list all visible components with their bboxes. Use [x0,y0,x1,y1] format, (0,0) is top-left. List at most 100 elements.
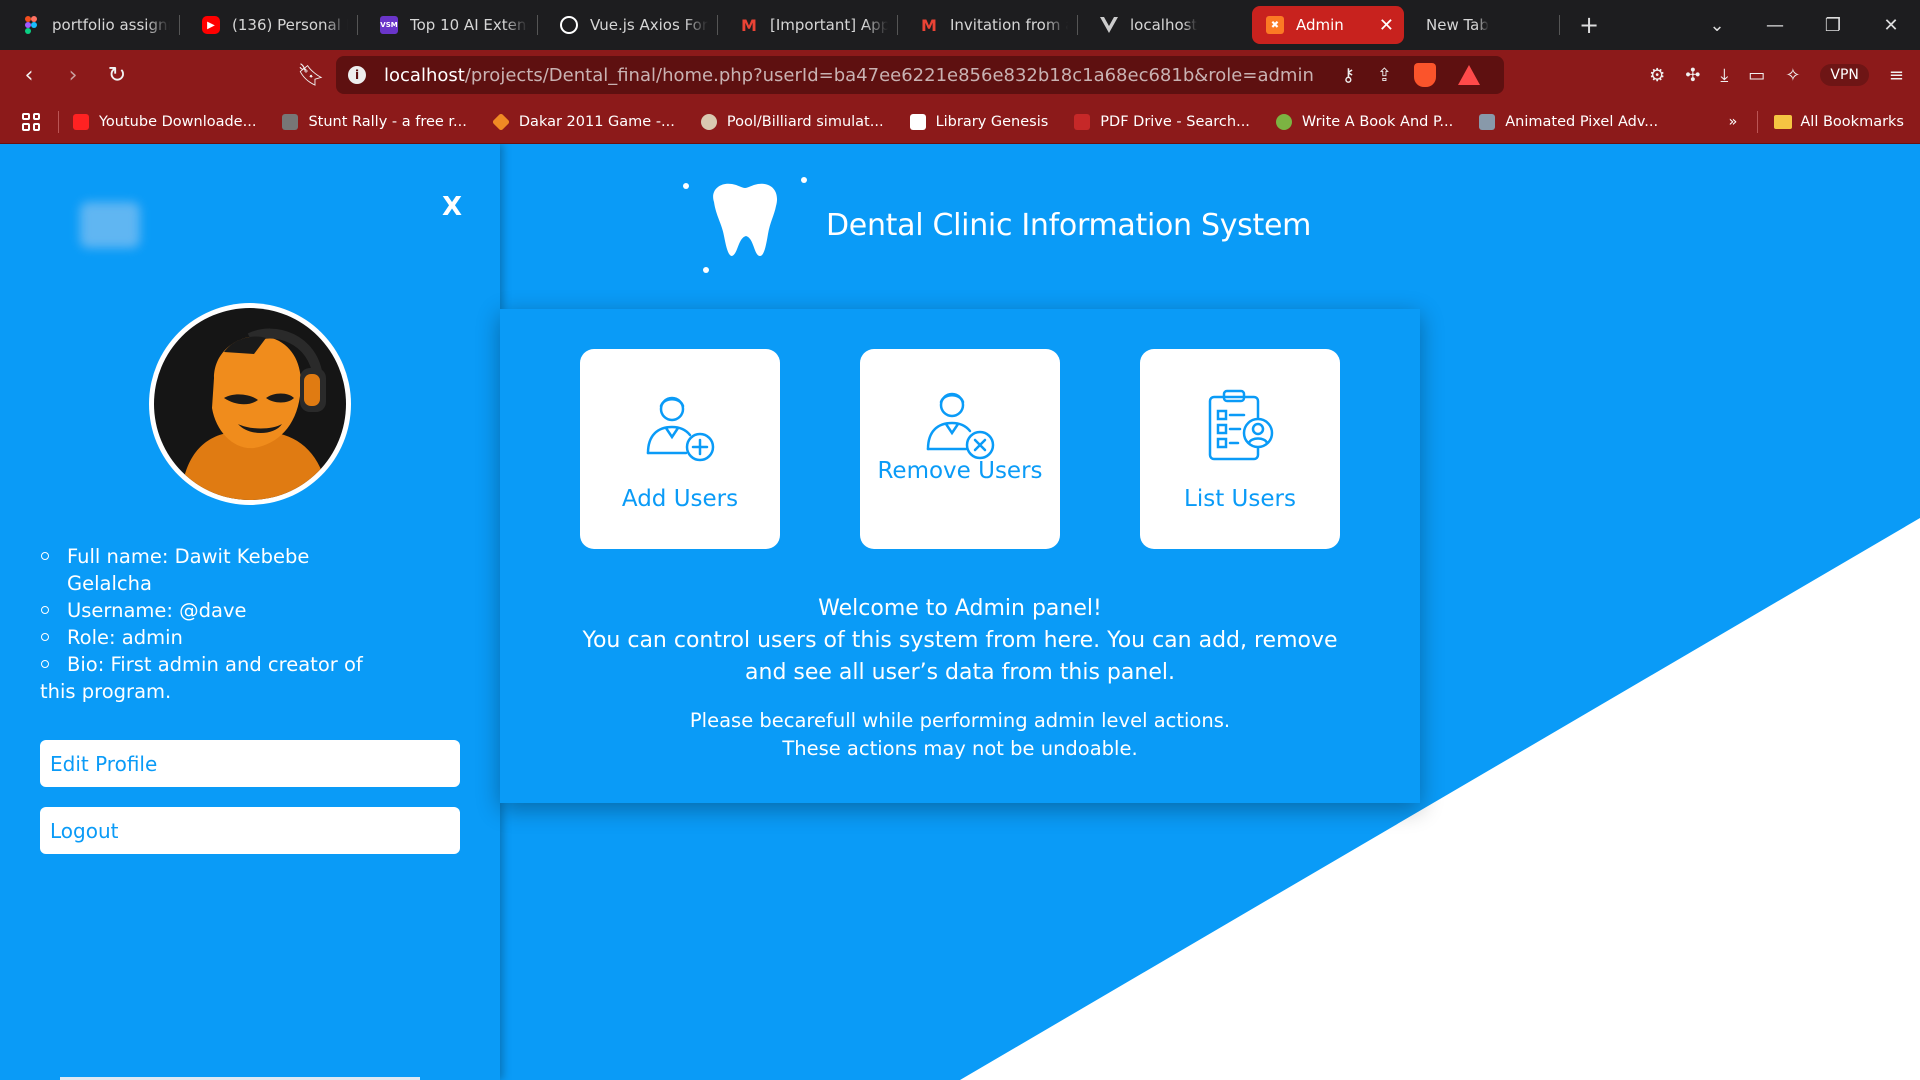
tab-admin[interactable]: ✖ Admin ✕ [1252,6,1404,44]
add-users-label: Add Users [621,486,739,512]
bookmark-item[interactable]: Write A Book And P... [1275,113,1453,130]
tab-title: (136) Personal Bra [232,16,348,34]
tab-ai-extensions[interactable]: VSM Top 10 AI Extensio [358,6,538,44]
restore-icon[interactable]: ❐ [1804,15,1862,36]
profile-full-name: Full name: Dawit Kebebe Gelalcha [40,543,400,597]
list-users-label: List Users [1184,486,1296,512]
vpn-button[interactable]: VPN [1820,64,1869,86]
close-window-icon[interactable]: ✕ [1862,15,1920,36]
back-icon[interactable]: ‹ [10,56,48,94]
profile-bio: Bio: First admin and creator of this pro… [40,651,400,705]
list-users-card[interactable]: List Users [1140,349,1340,549]
tab-title: Admin [1296,16,1344,34]
page-title: Dental Clinic Information System [826,208,1312,243]
more-bookmarks-icon[interactable]: » [1729,114,1738,130]
address-toolbar: ‹ › ↻ 🔖︎ i localhost/projects/Dental_fin… [0,50,1920,100]
tab-youtube[interactable]: ▶ (136) Personal Bra [180,6,358,44]
youtube-icon: ▶ [202,16,220,34]
folder-icon [1774,115,1793,129]
tooth-logo-icon [683,177,807,273]
reload-icon[interactable]: ↻ [98,56,136,94]
leo-ai-icon[interactable]: ✧ [1785,65,1800,86]
logout-button[interactable]: Logout [40,807,460,854]
write-book-icon [1275,113,1292,130]
tab-title: [Important] Appro [770,16,888,34]
brave-rewards-icon[interactable] [1458,65,1480,85]
tab-portfolio[interactable]: portfolio assignm [0,6,180,44]
bookmark-icon[interactable]: 🔖︎ [292,56,330,94]
apps-grid-icon[interactable] [22,112,40,131]
tab-title: portfolio assignm [52,16,170,34]
warning-line-1: Please becarefull while performing admin… [689,709,1231,732]
password-key-icon[interactable]: ⚷ [1342,65,1355,86]
sidebar: X Full name: Dawit Kebebe Gelalcha Usern… [0,144,500,1080]
tab-title: Invitation from an [950,16,1068,34]
bookmark-item[interactable]: Youtube Downloade... [73,113,256,130]
brave-shields-icon[interactable] [1414,63,1436,87]
vsm-icon: VSM [380,16,398,34]
admin-panel: Add Users Remove Users List Users Welcom… [500,309,1420,803]
welcome-text: You can control users of this system fro… [582,628,1338,685]
warning-line-2: These actions may not be undoable. [782,737,1138,760]
minimize-icon[interactable]: — [1746,15,1804,36]
tab-gmail-important[interactable]: M [Important] Appro [718,6,898,44]
menu-icon[interactable]: ≡ [1889,65,1904,86]
pixel-adventure-icon [1479,113,1496,130]
tab-title: New Tab [1426,16,1489,34]
profile-info-list: Full name: Dawit Kebebe Gelalcha Usernam… [40,543,400,705]
tab-title: localhost [1130,16,1198,34]
bookmark-item[interactable]: Library Genesis [909,113,1048,130]
tab-gmail-invitation[interactable]: M Invitation from an [898,6,1078,44]
tab-search-icon[interactable]: ⌄ [1688,15,1746,36]
stunt-rally-icon [282,113,299,130]
tab-title: Top 10 AI Extensio [410,16,528,34]
pool-icon [700,113,717,130]
dakar-icon [491,112,510,131]
close-tab-icon[interactable]: ✕ [1369,15,1394,36]
pdf-drive-icon [1074,113,1091,130]
tab-vue-axios[interactable]: Vue.js Axios Form [538,6,718,44]
tab-title: Vue.js Axios Form [590,16,708,34]
gmail-icon: M [741,15,757,35]
gmail-icon: M [921,15,937,35]
sidebar-logo [80,202,140,248]
library-genesis-icon [909,113,926,130]
forward-icon[interactable]: › [54,56,92,94]
remove-user-icon [926,392,995,460]
tab-new-tab[interactable]: New Tab [1404,6,1560,44]
tab-localhost[interactable]: localhost [1078,6,1248,44]
youtube-downloader-icon [73,113,89,130]
edit-profile-button[interactable]: Edit Profile [40,740,460,787]
openai-icon [560,16,578,34]
all-bookmarks-button[interactable]: All Bookmarks [1800,114,1904,130]
url-bar[interactable]: i localhost/projects/Dental_final/home.p… [336,56,1504,94]
extension-icon[interactable]: ⚙ [1649,65,1665,86]
add-users-card[interactable]: Add Users [580,349,780,549]
remove-users-card[interactable]: Remove Users [860,349,1060,549]
bookmark-item[interactable]: Stunt Rally - a free r... [282,113,467,130]
profile-username: Username: @dave [40,597,400,624]
bookmark-item[interactable]: Dakar 2011 Game -... [491,112,675,131]
browser-tab-bar: portfolio assignm ▶ (136) Personal Bra V… [0,0,1920,50]
bookmark-item[interactable]: PDF Drive - Search... [1074,113,1250,130]
vue-icon [1100,16,1118,34]
xampp-icon: ✖ [1266,16,1284,34]
download-icon[interactable]: ⤓ [1720,65,1728,86]
close-sidebar-button[interactable]: X [442,192,462,222]
profile-role: Role: admin [40,624,400,651]
new-tab-button[interactable]: + [1574,11,1604,39]
bookmark-item[interactable]: Pool/Billiard simulat... [700,113,884,130]
add-user-icon [646,396,715,462]
welcome-title: Welcome to Admin panel! [818,596,1102,621]
site-info-icon[interactable]: i [348,66,366,84]
extensions-puzzle-icon[interactable]: ✣ [1685,65,1700,86]
avatar [149,303,351,505]
bookmark-item[interactable]: Animated Pixel Adv... [1479,113,1658,130]
wallet-icon[interactable]: ▭ [1748,65,1765,86]
page-content: Dental Clinic Information System X Full … [0,144,1920,1080]
remove-users-label: Remove Users [877,458,1043,484]
figma-icon [22,16,40,34]
bookmarks-bar: Youtube Downloade... Stunt Rally - a fre… [0,100,1920,144]
share-icon[interactable]: ⇪ [1377,65,1392,86]
url-text[interactable]: localhost/projects/Dental_final/home.php… [384,65,1314,86]
